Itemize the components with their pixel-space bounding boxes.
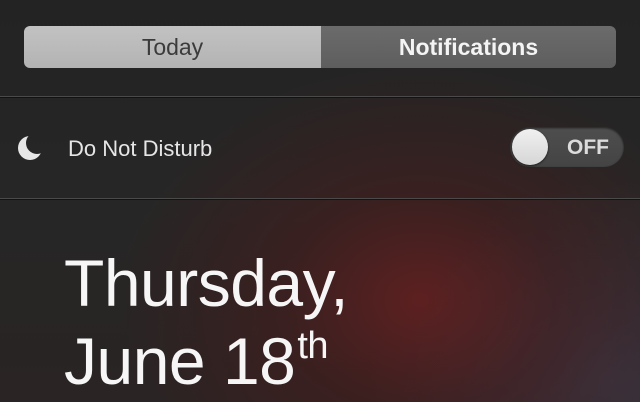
view-segmented-control: Today Notifications (24, 26, 616, 68)
tab-notifications[interactable]: Notifications (321, 26, 616, 68)
toggle-knob[interactable] (512, 129, 548, 165)
do-not-disturb-label: Do Not Disturb (68, 136, 213, 161)
toggle-state-label: OFF (567, 136, 609, 159)
date-month-day-text: June 18 (64, 324, 296, 398)
date-heading: Thursday, June 18th (64, 244, 349, 402)
do-not-disturb-toggle[interactable]: OFF (510, 127, 624, 167)
do-not-disturb-row: Do Not Disturb OFF (0, 97, 640, 198)
divider (0, 198, 640, 199)
date-month-day: June 18th (64, 322, 348, 402)
tab-today[interactable]: Today (24, 26, 321, 68)
date-ordinal-suffix: th (297, 325, 329, 367)
notification-center-panel: Today Notifications Do Not Disturb OFF T… (0, 0, 640, 402)
date-weekday: Thursday, (64, 246, 349, 320)
moon-icon (18, 136, 42, 160)
